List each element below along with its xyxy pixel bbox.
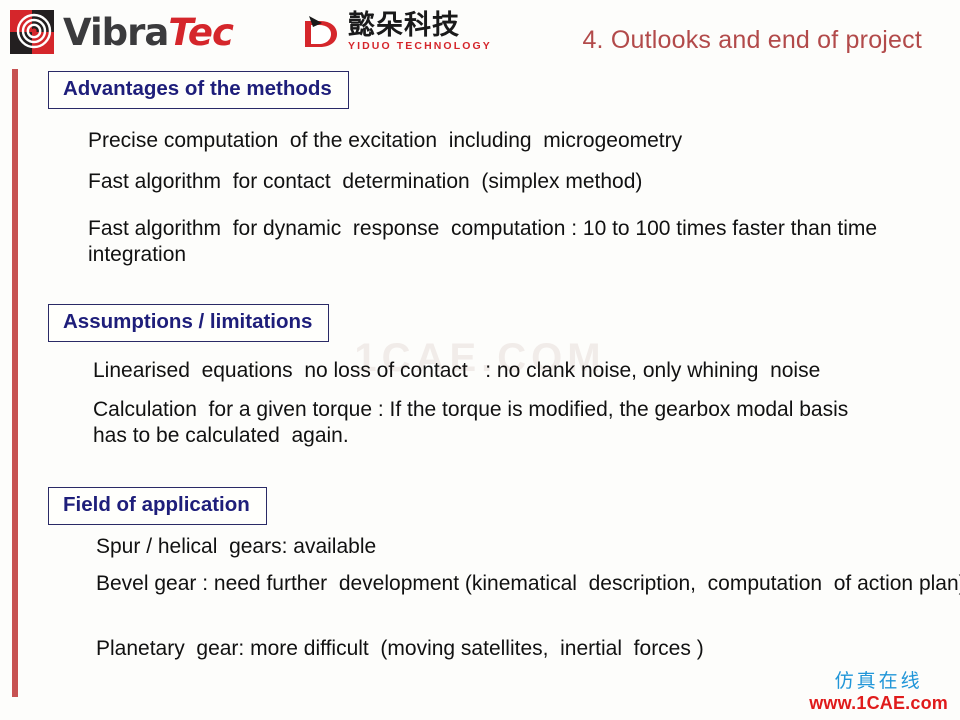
body-line-assumptions-1: Linearised equations no loss of contact …: [93, 359, 821, 382]
yiduo-english-name: YIDUO TECHNOLOGY: [348, 39, 492, 52]
section-heading-assumptions: Assumptions / limitations: [48, 304, 330, 342]
page-title: 4. Outlooks and end of project: [582, 26, 922, 54]
slide-header: VibraTec 懿朵科技 YIDUO TECHNOLOGY 4. Outloo…: [0, 0, 960, 66]
vibratec-word-primary: Vibra: [63, 10, 169, 54]
slide-canvas: 1CAE.COM VibraTec 懿朵科技 YIDUO TECHNOLOGY …: [0, 0, 960, 720]
corner-watermark-chinese: 仿真在线: [834, 670, 923, 693]
concentric-rings-icon: [10, 10, 54, 54]
corner-watermark-url: www.1CAE.com: [809, 693, 948, 714]
body-line-assumptions-2: Calculation for a given torque : If the …: [93, 398, 855, 447]
vibratec-wordmark: VibraTec: [63, 10, 234, 54]
yiduo-mark-svg: [305, 16, 337, 47]
left-accent-bar: [12, 69, 18, 697]
corner-watermark: 仿真在线 www.1CAE.com: [809, 671, 948, 714]
body-line-field-3: Planetary gear: more difficult (moving s…: [96, 637, 704, 660]
yiduo-logo: 懿朵科技 YIDUO TECHNOLOGY: [300, 9, 492, 55]
body-line-advantages-3: Fast algorithm for dynamic response comp…: [88, 217, 883, 266]
yiduo-chinese-name: 懿朵科技: [348, 9, 460, 41]
section-heading-advantages: Advantages of the methods: [48, 71, 349, 109]
stylized-d-icon: [300, 11, 342, 53]
section-heading-field-of-application: Field of application: [48, 487, 267, 525]
vibratec-word-accent: Tec: [168, 10, 233, 54]
rings-svg: [16, 13, 52, 49]
body-line-advantages-1: Precise computation of the excitation in…: [88, 129, 683, 152]
body-line-advantages-2: Fast algorithm for contact determination…: [88, 170, 643, 193]
vibratec-logo: VibraTec: [10, 8, 234, 56]
body-line-field-2: Bevel gear : need further development (k…: [96, 572, 960, 595]
body-line-field-1: Spur / helical gears: available: [96, 535, 377, 558]
